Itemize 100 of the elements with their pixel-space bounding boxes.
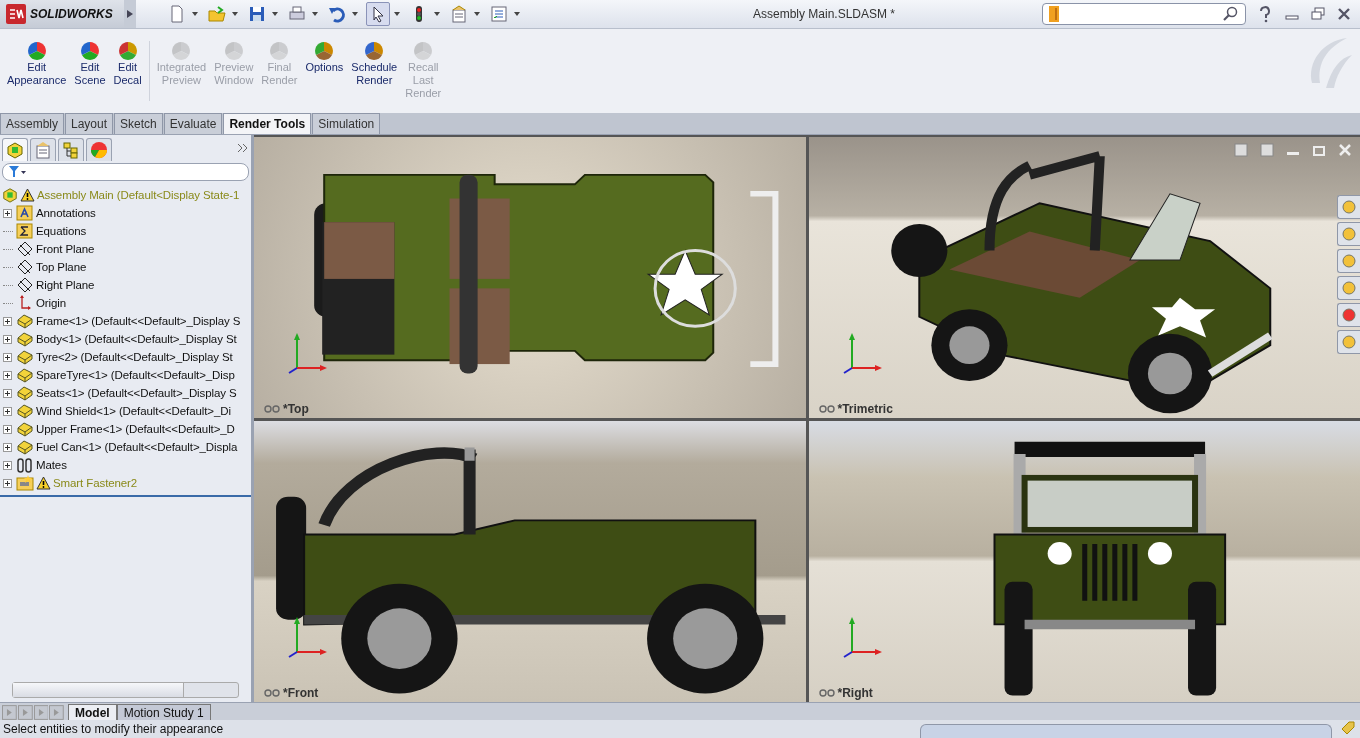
viewport[interactable]: *Top <box>254 137 806 418</box>
ribbon-tab[interactable]: Sketch <box>114 113 163 134</box>
book-icon <box>1049 6 1059 22</box>
dropdown-caret-icon[interactable] <box>192 12 198 16</box>
part-icon <box>16 403 34 419</box>
glasses-icon <box>264 405 280 413</box>
part-icon <box>16 421 34 437</box>
solidworks-logo[interactable]: SOLIDWORKS <box>0 0 124 28</box>
config-manager-tab-icon[interactable] <box>58 138 84 161</box>
plane-icon <box>16 241 34 257</box>
tree-manager-tab-icon[interactable] <box>2 138 28 161</box>
tree-item[interactable]: Upper Frame<1> (Default<<Default>_D <box>36 423 235 435</box>
dropdown-caret-icon[interactable] <box>394 12 400 16</box>
warning-icon <box>20 188 35 202</box>
expand-icon[interactable] <box>3 424 12 434</box>
tree-item[interactable]: Body<1> (Default<<Default>_Display St <box>36 333 237 345</box>
filter-field[interactable] <box>2 163 249 181</box>
ribbon-tab[interactable]: Assembly <box>0 113 64 134</box>
search-field[interactable] <box>1042 3 1246 25</box>
tree-item[interactable]: Tyre<2> (Default<<Default>_Display St <box>36 351 233 363</box>
restore-icon[interactable] <box>1310 6 1326 22</box>
tree-item[interactable]: Seats<1> (Default<<Default>_Display S <box>36 387 237 399</box>
tree-item[interactable]: Wind Shield<1> (Default<<Default>_Di <box>36 405 231 417</box>
glasses-icon <box>264 689 280 697</box>
splitter-handle[interactable] <box>252 135 254 702</box>
annotations-icon <box>16 205 34 221</box>
display-manager-tab-icon[interactable] <box>86 138 112 161</box>
horizontal-scrollbar[interactable] <box>12 682 239 698</box>
assembly-icon <box>2 187 18 203</box>
tree-item[interactable]: SpareTyre<1> (Default<<Default>_Disp <box>36 369 235 381</box>
menu-flyout-icon[interactable] <box>124 0 136 28</box>
select-toolbar-icon[interactable] <box>366 2 390 26</box>
options-command-button[interactable]: Options <box>302 41 347 74</box>
expand-icon[interactable] <box>3 208 12 218</box>
resources-task-pane-tab[interactable] <box>1337 222 1360 246</box>
view-label: *Top <box>283 402 309 416</box>
dropdown-caret-icon[interactable] <box>434 12 440 16</box>
dropdown-caret-icon[interactable] <box>232 12 238 16</box>
appearance-task-pane-tab[interactable] <box>1337 303 1360 327</box>
glasses-icon <box>818 405 835 413</box>
dropdown-caret-icon[interactable] <box>272 12 278 16</box>
dropdown-caret-icon[interactable] <box>352 12 358 16</box>
viewport[interactable]: *Trimetric <box>808 137 1360 418</box>
window-icon <box>223 41 244 61</box>
expand-icon[interactable] <box>3 352 12 362</box>
view-label: *Trimetric <box>837 402 893 416</box>
scene-icon <box>79 41 100 61</box>
tile-right-viewport-icon[interactable] <box>1260 143 1274 157</box>
ribbon-tab[interactable]: Layout <box>65 113 114 134</box>
ribbon-tab[interactable]: Simulation <box>312 113 381 134</box>
appearance-command-button[interactable]: Edit Appearance <box>4 41 70 87</box>
dropdown-caret-icon[interactable] <box>474 12 480 16</box>
library-task-pane-tab[interactable] <box>1337 276 1360 300</box>
close-icon[interactable] <box>1336 6 1352 22</box>
tree-item[interactable]: Front Plane <box>36 243 95 255</box>
tree-item[interactable]: Origin <box>36 297 67 309</box>
part-icon <box>16 367 34 383</box>
expand-icon[interactable] <box>3 460 12 470</box>
expand-icon[interactable] <box>3 334 12 344</box>
model-tab[interactable]: Model <box>68 704 117 720</box>
expand-icon[interactable] <box>3 370 12 380</box>
model-tab[interactable]: Motion Study 1 <box>116 704 211 720</box>
ribbon-tab[interactable]: Render Tools <box>223 113 312 134</box>
tree-item[interactable]: Frame<1> (Default<<Default>_Display S <box>36 315 241 327</box>
tree-item[interactable]: Mates <box>36 459 67 471</box>
tree-item[interactable]: Right Plane <box>36 279 95 291</box>
expand-icon[interactable] <box>3 406 12 416</box>
view-label: *Front <box>283 686 319 700</box>
decal-command-button[interactable]: Edit Decal <box>110 41 145 87</box>
props-manager-tab-icon[interactable] <box>30 138 56 161</box>
home-task-pane-tab[interactable] <box>1337 195 1360 219</box>
tree-item[interactable]: Top Plane <box>36 261 87 273</box>
part-icon <box>16 349 34 365</box>
viewport[interactable]: *Front <box>254 421 806 702</box>
preview-icon <box>171 41 192 61</box>
view-label: *Right <box>837 686 873 700</box>
status-text: Select entities to modify their appearance <box>3 722 224 736</box>
decal-icon <box>117 41 138 61</box>
expand-icon[interactable] <box>3 478 12 488</box>
dropdown-caret-icon[interactable] <box>312 12 318 16</box>
expand-icon[interactable] <box>3 316 12 326</box>
more-chevron-icon[interactable] <box>238 144 247 152</box>
tree-item[interactable]: Fuel Can<1> (Default<<Default>_Displa <box>36 441 238 453</box>
schedule-command-button[interactable]: Schedule Render <box>348 41 401 87</box>
properties-task-pane-tab[interactable] <box>1337 330 1360 354</box>
equations-icon <box>16 223 34 239</box>
viewport[interactable]: *Right <box>808 421 1360 702</box>
expand-icon[interactable] <box>3 442 12 452</box>
dropdown-caret-icon[interactable] <box>514 12 520 16</box>
expand-icon[interactable] <box>3 388 12 398</box>
plane-icon <box>16 259 34 275</box>
part-icon <box>16 313 34 329</box>
tile-left-viewport-icon[interactable] <box>1234 143 1248 157</box>
tree-item[interactable]: Annotations <box>36 207 96 219</box>
scene-command-button[interactable]: Edit Scene <box>71 41 109 87</box>
fastener-icon <box>16 475 34 491</box>
restore-viewport-icon[interactable] <box>1312 143 1326 157</box>
ribbon-tab[interactable]: Evaluate <box>163 113 223 134</box>
folder-task-pane-tab[interactable] <box>1337 249 1360 273</box>
tree-item[interactable]: Equations <box>36 225 87 237</box>
